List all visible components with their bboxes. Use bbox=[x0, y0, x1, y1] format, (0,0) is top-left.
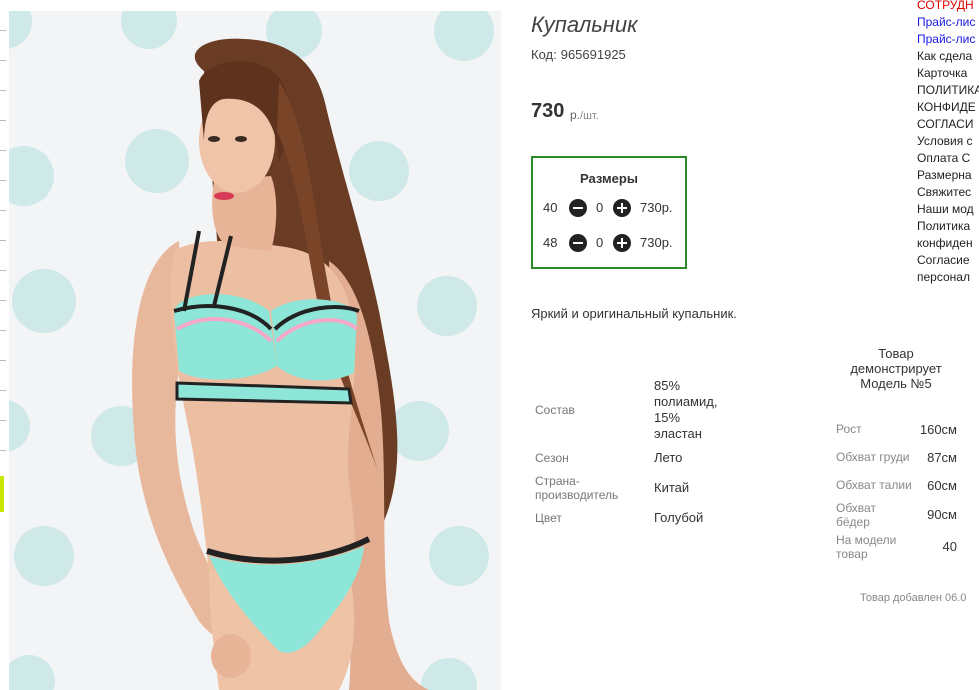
menu-item-personal-data[interactable]: Согласие bbox=[917, 252, 979, 269]
price-unit: р./шт. bbox=[570, 108, 599, 122]
menu-item-privacy[interactable]: КОНФИДЕ bbox=[917, 99, 979, 116]
model-hips-label: Обхват бёдер bbox=[836, 501, 876, 529]
menu-item-privacy-policy-cont[interactable]: конфиден bbox=[917, 235, 979, 252]
composition-line: эластан bbox=[654, 426, 702, 441]
left-edge-strip bbox=[0, 0, 9, 690]
hips-label-line: Обхват bbox=[836, 501, 876, 515]
spec-color-value: Голубой bbox=[654, 510, 704, 525]
product-code: Код: 965691925 bbox=[531, 47, 626, 62]
menu-item-payment[interactable]: Оплата С bbox=[917, 150, 979, 167]
composition-line: полиамид, bbox=[654, 394, 718, 409]
spec-composition-value: 85% полиамид, 15% эластан bbox=[654, 378, 717, 442]
spec-season-label: Сезон bbox=[535, 451, 569, 465]
product-title: Купальник bbox=[531, 12, 638, 37]
spec-country-label: Страна- производитель bbox=[535, 474, 618, 502]
spec-color-label: Цвет bbox=[535, 511, 562, 525]
size-label: 40 bbox=[543, 200, 558, 215]
composition-line: 15% bbox=[654, 410, 681, 425]
quantity-value: 0 bbox=[596, 235, 604, 250]
size-row-48: 48 0 730р. bbox=[543, 233, 683, 253]
hips-label-line: бёдер bbox=[836, 515, 870, 529]
menu-item-consent[interactable]: СОГЛАСИ bbox=[917, 116, 979, 133]
size-label-line: На модели bbox=[836, 533, 897, 547]
increase-quantity-button[interactable] bbox=[613, 234, 631, 252]
right-menu: СОТРУДН Прайс-лис Прайс-лис Как сдела Ка… bbox=[917, 0, 979, 286]
country-label-line: Страна- bbox=[535, 474, 580, 488]
product-photo[interactable] bbox=[9, 11, 501, 690]
model-heading-line: демонстрирует bbox=[850, 361, 942, 376]
menu-item-models[interactable]: Наши мод bbox=[917, 201, 979, 218]
menu-item-pricelist-2[interactable]: Прайс-лис bbox=[917, 31, 979, 48]
size-row-40: 40 0 730р. bbox=[543, 198, 683, 218]
menu-item-personal-data-cont[interactable]: персонал bbox=[917, 269, 979, 286]
spec-composition-label: Состав bbox=[535, 403, 575, 417]
price-currency: р. bbox=[570, 108, 581, 122]
product-code-label: Код: bbox=[531, 47, 557, 62]
menu-item-privacy-policy[interactable]: Политика bbox=[917, 218, 979, 235]
size-price: 730р. bbox=[640, 235, 673, 250]
menu-item-policy[interactable]: ПОЛИТИКА bbox=[917, 82, 979, 99]
model-heading-line: Товар bbox=[878, 346, 914, 361]
composition-line: 85% bbox=[654, 378, 681, 393]
size-price: 730р. bbox=[640, 200, 673, 215]
product-description: Яркий и оригинальный купальник. bbox=[531, 306, 737, 321]
menu-item-how-to-order[interactable]: Как сдела bbox=[917, 48, 979, 65]
menu-item-pricelist[interactable]: Прайс-лис bbox=[917, 14, 979, 31]
quantity-value: 0 bbox=[596, 200, 604, 215]
menu-item-size-chart[interactable]: Размерна bbox=[917, 167, 979, 184]
increase-quantity-button[interactable] bbox=[613, 199, 631, 217]
size-label: 48 bbox=[543, 235, 558, 250]
model-waist-value: 60см bbox=[927, 478, 957, 493]
side-tab[interactable] bbox=[0, 476, 4, 512]
menu-item-employees[interactable]: СОТРУДН bbox=[917, 0, 979, 14]
price-per: /шт. bbox=[580, 110, 599, 122]
model-height-label: Рост bbox=[836, 422, 862, 436]
sizes-title: Размеры bbox=[580, 171, 638, 186]
decrease-quantity-button[interactable] bbox=[569, 234, 587, 252]
model-hips-value: 90см bbox=[927, 507, 957, 522]
spec-season-value: Лето bbox=[654, 450, 683, 465]
menu-item-card[interactable]: Карточка bbox=[917, 65, 979, 82]
date-added: Товар добавлен 06.0 bbox=[860, 592, 967, 604]
model-heading-line: Модель №5 bbox=[860, 376, 932, 391]
sizes-box: Размеры 40 0 730р. 48 0 730р. bbox=[531, 156, 687, 269]
model-height-value: 160см bbox=[919, 422, 957, 437]
decrease-quantity-button[interactable] bbox=[569, 199, 587, 217]
model-chest-value: 87см bbox=[927, 450, 957, 465]
menu-item-contact[interactable]: Свяжитес bbox=[917, 184, 979, 201]
model-heading: Товар демонстрирует Модель №5 bbox=[836, 346, 956, 391]
model-size-label: На модели товар bbox=[836, 533, 896, 561]
product-price: 730 bbox=[531, 100, 565, 122]
spec-country-value: Китай bbox=[654, 480, 690, 495]
size-label-line: товар bbox=[836, 547, 868, 561]
model-size-value: 40 bbox=[942, 539, 957, 554]
country-label-line: производитель bbox=[535, 488, 619, 502]
menu-item-terms[interactable]: Условия с bbox=[917, 133, 979, 150]
product-code-value: 965691925 bbox=[560, 47, 626, 62]
